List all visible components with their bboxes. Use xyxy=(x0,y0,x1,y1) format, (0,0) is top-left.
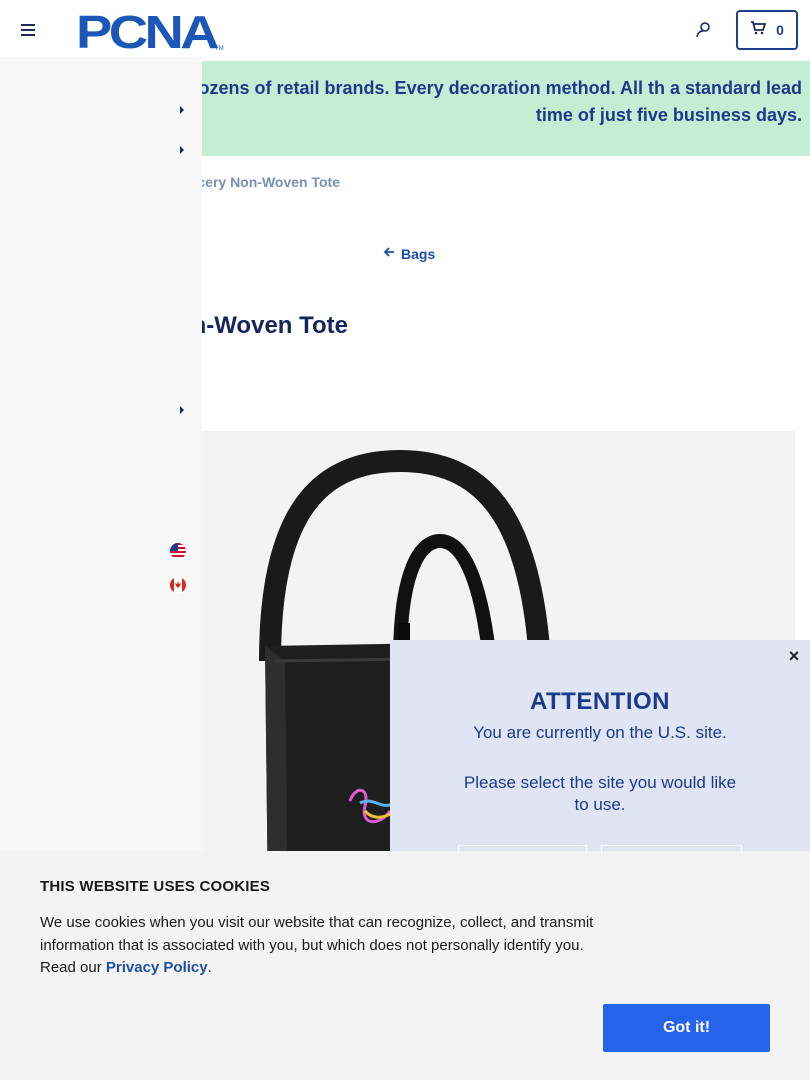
shopping-cart-icon xyxy=(750,20,767,40)
logo-trademark: TM xyxy=(215,46,224,52)
hamburger-menu-icon[interactable] xyxy=(20,22,36,38)
caret-right-icon[interactable] xyxy=(178,403,186,415)
back-link-label: Bags xyxy=(401,246,436,262)
canada-flag-icon[interactable] xyxy=(170,577,186,593)
close-icon[interactable]: × xyxy=(784,646,804,666)
back-to-bags-link[interactable]: Bags xyxy=(383,245,435,263)
cookie-accept-button[interactable]: Got it! xyxy=(603,1004,770,1052)
cookie-body: We use cookies when you visit our websit… xyxy=(40,912,605,980)
caret-right-icon[interactable] xyxy=(178,143,186,155)
pcna-logo[interactable]: PCNA TM xyxy=(76,6,224,58)
cart-count: 0 xyxy=(776,22,784,38)
arrow-left-icon xyxy=(383,245,395,263)
cookie-period: . xyxy=(207,959,212,976)
modal-current-site: You are currently on the U.S. site. xyxy=(473,723,727,742)
user-account-icon[interactable] xyxy=(694,20,714,40)
site-header: PCNA TM 0 xyxy=(0,0,810,60)
caret-right-icon[interactable] xyxy=(178,103,186,115)
cookie-title: THIS WEBSITE USES COOKIES xyxy=(40,878,271,895)
us-flag-icon[interactable] xyxy=(170,543,186,559)
privacy-policy-link[interactable]: Privacy Policy xyxy=(106,959,208,976)
modal-select-prompt: Please select the site you would like to… xyxy=(463,773,737,814)
modal-title: ATTENTION xyxy=(529,688,671,715)
cart-button[interactable]: 0 xyxy=(736,10,798,50)
logo-text: PCNA xyxy=(76,10,218,52)
